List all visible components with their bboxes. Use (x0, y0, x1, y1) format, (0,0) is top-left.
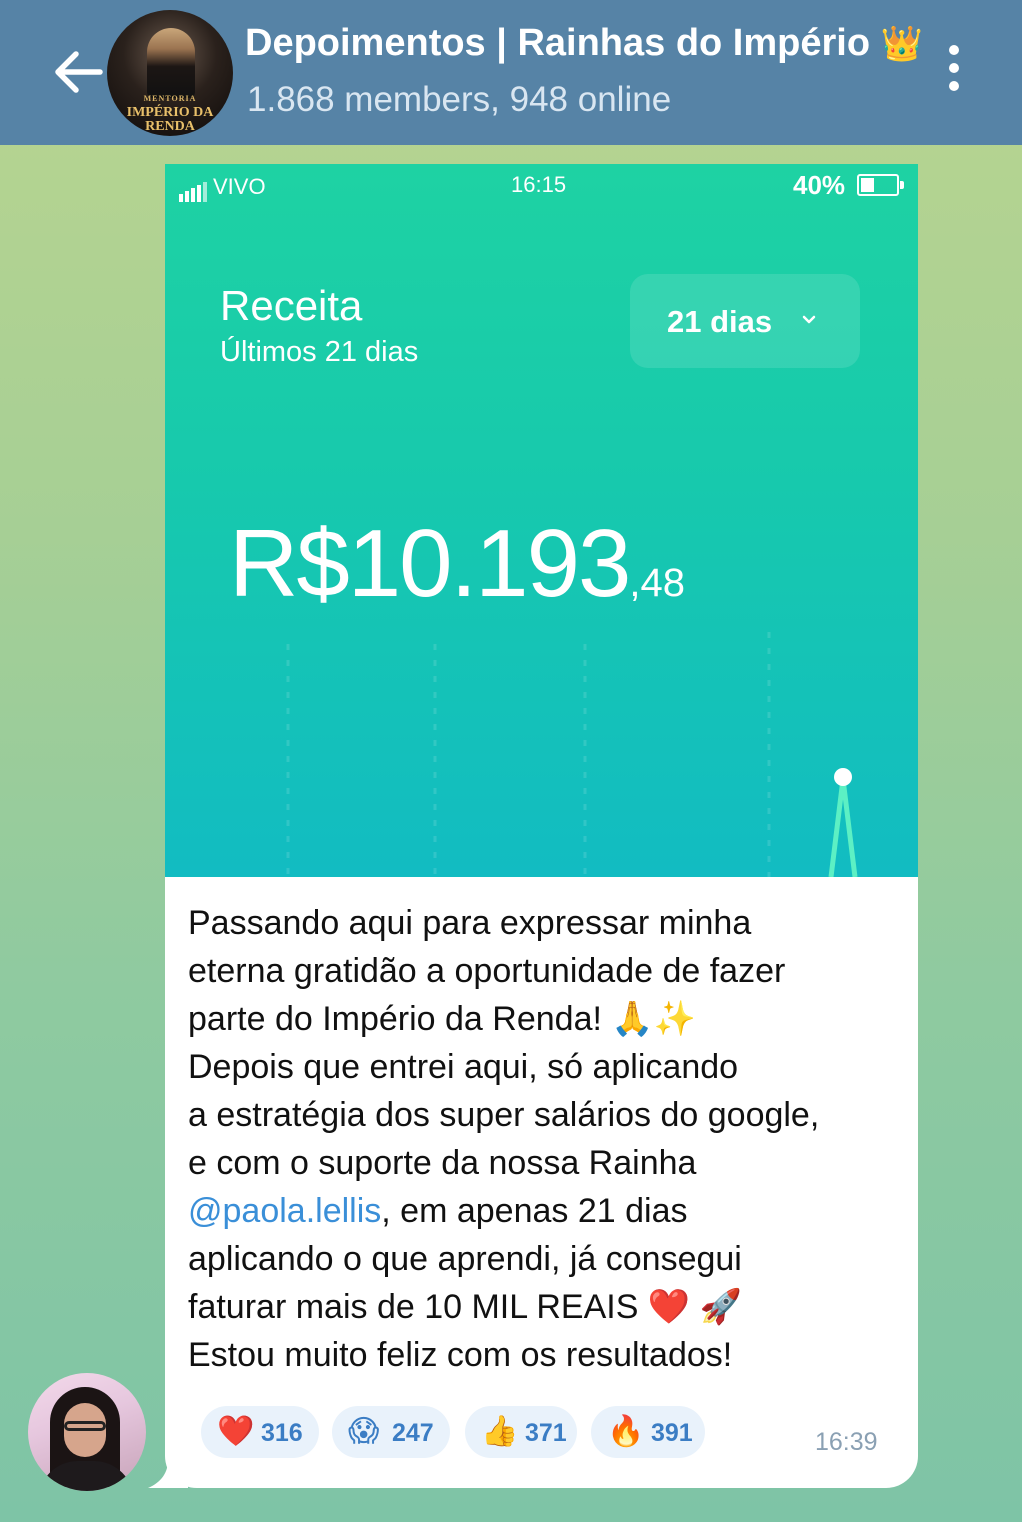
message-text: Passando aqui para expressar minha etern… (188, 899, 903, 1379)
message-bubble[interactable]: VIVO 16:15 40% Receita Últimos 21 dias 2… (165, 164, 918, 1488)
back-button[interactable] (46, 40, 110, 104)
more-vertical-icon (949, 45, 959, 55)
scream-face-icon: 😱 (348, 1415, 380, 1448)
channel-avatar[interactable]: MENTORIA IMPÉRIO DA RENDA (107, 10, 233, 136)
message-line: Passando aqui para expressar minha (188, 904, 752, 942)
message-time: 16:39 (815, 1428, 878, 1456)
period-label: 21 dias (667, 304, 773, 339)
revenue-subtitle: Últimos 21 dias (220, 336, 419, 368)
mention-link[interactable]: @paola.lellis (188, 1192, 381, 1230)
carrier-name: VIVO (213, 174, 266, 199)
attached-screenshot[interactable]: VIVO 16:15 40% Receita Últimos 21 dias 2… (165, 164, 918, 877)
avatar-brand-small: MENTORIA (143, 94, 197, 103)
crown-icon: 👑 (880, 25, 923, 63)
period-dropdown[interactable]: 21 dias (630, 274, 860, 368)
message-line: aplicando o que aprendi, já consegui (188, 1240, 742, 1278)
revenue-sparkline (286, 632, 858, 877)
member-count: 1.868 members, 948 online (247, 80, 672, 119)
message-line: Depois que entrei aqui, só aplicando (188, 1048, 739, 1086)
message-line: parte do Império da Renda! 🙏✨ (188, 1000, 697, 1038)
message-line: @paola.lellis, em apenas 21 dias (188, 1187, 903, 1235)
revenue-amount: R$10.193,48 (229, 509, 685, 619)
avatar-brand-text: IMPÉRIO DA RENDA (126, 105, 214, 134)
battery-icon (857, 174, 904, 196)
carrier-status: VIVO (179, 174, 266, 202)
reaction-count: 391 (651, 1419, 693, 1447)
sparkline-peak (828, 776, 858, 877)
thumbs-up-icon: 👍 (481, 1415, 519, 1448)
reaction-count: 247 (392, 1419, 434, 1447)
message-line: Estou muito feliz com os resultados! (188, 1336, 733, 1374)
message-line: a estratégia dos super salários do googl… (188, 1096, 820, 1134)
arrow-left-icon (55, 51, 103, 93)
reaction-fire[interactable]: 🔥 391 (591, 1406, 705, 1458)
message-line-rest: , em apenas 21 dias (381, 1192, 688, 1230)
message-line: faturar mais de 10 MIL REAIS ❤️ 🚀 (188, 1288, 742, 1326)
fire-icon: 🔥 (607, 1415, 645, 1448)
revenue-title: Receita (220, 282, 363, 329)
chevron-down-icon (802, 315, 816, 324)
reaction-count: 316 (261, 1419, 303, 1447)
reaction-heart[interactable]: ❤️ 316 (201, 1406, 319, 1458)
chat-header: MENTORIA IMPÉRIO DA RENDA Depoimentos | … (0, 0, 1022, 145)
sparkline-point (834, 768, 852, 786)
amount-cents: ,48 (629, 561, 685, 605)
more-menu-button[interactable] (940, 45, 968, 101)
signal-icon (179, 176, 209, 202)
heart-icon: ❤️ (217, 1415, 255, 1448)
avatar-brand: MENTORIA IMPÉRIO DA RENDA (107, 92, 233, 134)
status-time: 16:15 (511, 172, 567, 197)
chart-gridlines (286, 632, 771, 877)
amount-main: R$10.193 (229, 510, 631, 617)
avatar-figure (147, 28, 195, 98)
reaction-count: 371 (525, 1419, 567, 1447)
message-line: eterna gratidão a oportunidade de fazer (188, 952, 786, 990)
channel-title-text: Depoimentos | Rainhas do Império (245, 22, 871, 64)
reaction-thumbs-up[interactable]: 👍 371 (465, 1406, 577, 1458)
message-line: e com o suporte da nossa Rainha (188, 1144, 697, 1182)
reaction-scream[interactable]: 😱 247 (332, 1406, 450, 1458)
battery-percent: 40% (793, 170, 846, 200)
channel-title[interactable]: Depoimentos | Rainhas do Império 👑 (245, 22, 923, 65)
sender-avatar[interactable] (28, 1373, 146, 1491)
